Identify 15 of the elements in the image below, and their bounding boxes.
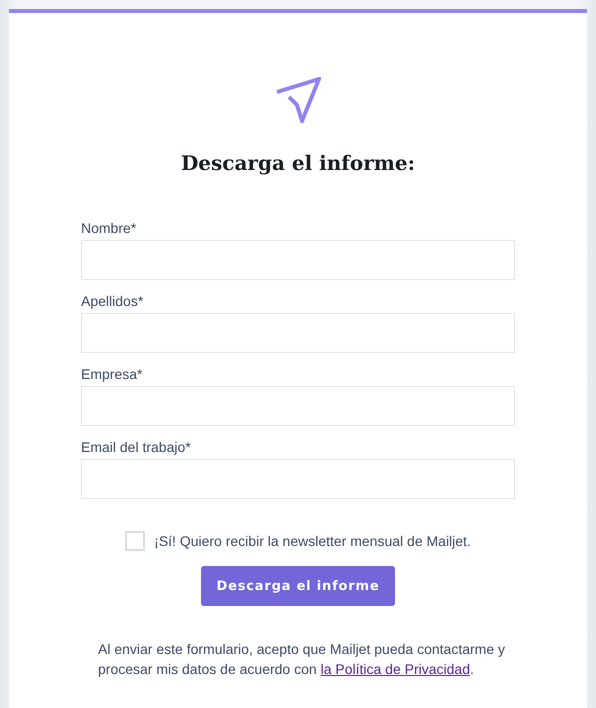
consent-text: Al enviar este formulario, acepto que Mailjet pueda contactarme y procesar mis datos de acuerdo con la Política de Privacidad.: [98, 640, 506, 679]
checkbox[interactable]: [125, 531, 146, 551]
input-field[interactable]: [81, 240, 515, 280]
form-title: Descarga el informe:: [180, 151, 416, 175]
input-field[interactable]: [81, 459, 515, 499]
field-label: Nombre*: [81, 219, 136, 237]
paper-plane-icon: [275, 77, 321, 123]
privacy-link[interactable]: la Política de Privacidad: [320, 661, 470, 677]
field-label: Empresa*: [81, 365, 142, 383]
download-button[interactable]: Descarga el informe: [201, 566, 395, 606]
input-field[interactable]: [81, 386, 515, 426]
checkbox-label: ¡Sí! Quiero recibir la newsletter mensual de Mailjet.: [154, 533, 471, 549]
field-label: Email del trabajo*: [81, 438, 191, 456]
input-field[interactable]: [81, 313, 515, 353]
field-label: Apellidos*: [81, 292, 144, 310]
